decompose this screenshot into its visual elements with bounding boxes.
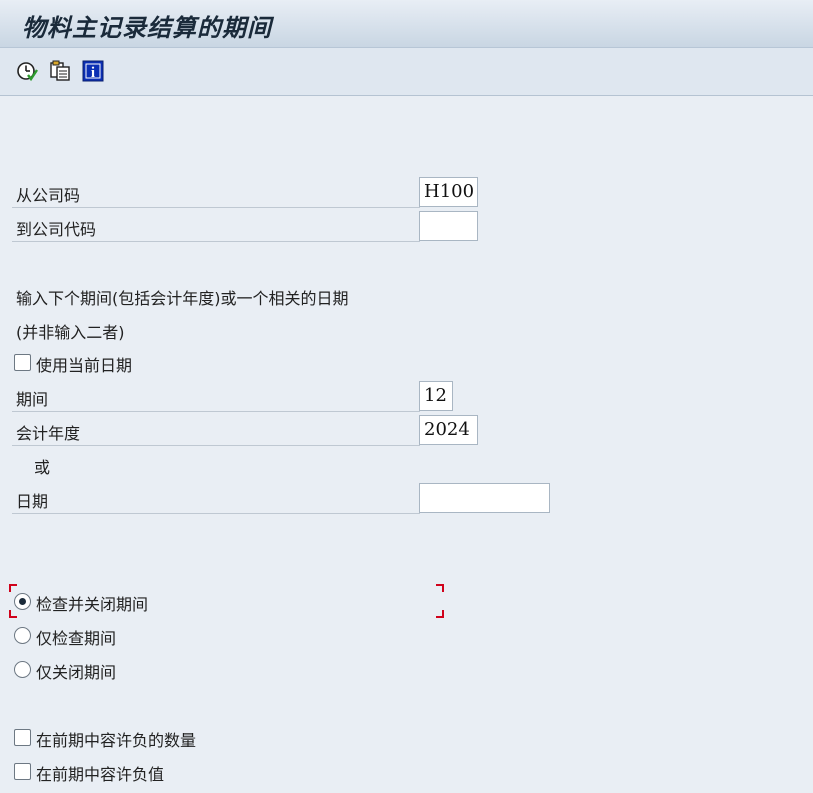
instruction-text-2: (并非输入二者)	[16, 323, 125, 342]
divider	[12, 241, 420, 242]
divider	[12, 445, 420, 446]
allow-negative-value-label: 在前期中容许负值	[36, 765, 165, 784]
allow-negative-value-checkbox[interactable]	[14, 763, 31, 780]
instruction-text-1: 输入下个期间(包括会计年度)或一个相关的日期	[16, 289, 349, 308]
check-only-label: 仅检查期间	[36, 629, 117, 648]
close-only-label: 仅关闭期间	[36, 663, 117, 682]
from-company-label: 从公司码	[16, 186, 81, 205]
title-bar: 物料主记录结算的期间	[0, 0, 813, 48]
divider	[12, 207, 420, 208]
get-variant-button[interactable]	[49, 60, 71, 82]
use-current-date-checkbox[interactable]	[14, 354, 31, 371]
close-only-radio[interactable]	[14, 661, 31, 678]
period-label: 期间	[16, 390, 49, 409]
fiscal-year-label: 会计年度	[16, 424, 81, 443]
use-current-date-label: 使用当前日期	[36, 356, 133, 375]
to-company-input[interactable]	[419, 211, 478, 241]
fiscal-year-input[interactable]: 2024	[419, 415, 478, 445]
date-input[interactable]	[419, 483, 550, 513]
execute-button[interactable]	[16, 60, 38, 82]
application-toolbar: i	[0, 48, 813, 96]
check-and-close-label: 检查并关闭期间	[36, 595, 149, 614]
to-company-label: 到公司代码	[16, 220, 97, 239]
focus-corner-bottom-left	[9, 610, 17, 618]
info-button[interactable]: i	[82, 60, 104, 82]
focus-corner-top-left	[9, 584, 17, 592]
period-input[interactable]: 12	[419, 381, 453, 411]
date-label: 日期	[16, 492, 49, 511]
check-and-close-radio[interactable]	[14, 593, 31, 610]
divider	[12, 411, 420, 412]
focus-corner-bottom-right	[436, 610, 444, 618]
allow-negative-quantity-label: 在前期中容许负的数量	[36, 731, 197, 750]
from-company-input[interactable]: H100	[419, 177, 478, 207]
check-only-radio[interactable]	[14, 627, 31, 644]
variant-icon	[50, 60, 70, 81]
or-label: 或	[34, 458, 51, 477]
execute-clock-icon	[17, 62, 38, 82]
info-icon: i	[82, 60, 104, 82]
focus-corner-top-right	[436, 584, 444, 592]
page-title: 物料主记录结算的期间	[22, 13, 272, 42]
divider	[12, 513, 420, 514]
allow-negative-quantity-checkbox[interactable]	[14, 729, 31, 746]
svg-text:i: i	[91, 65, 95, 81]
